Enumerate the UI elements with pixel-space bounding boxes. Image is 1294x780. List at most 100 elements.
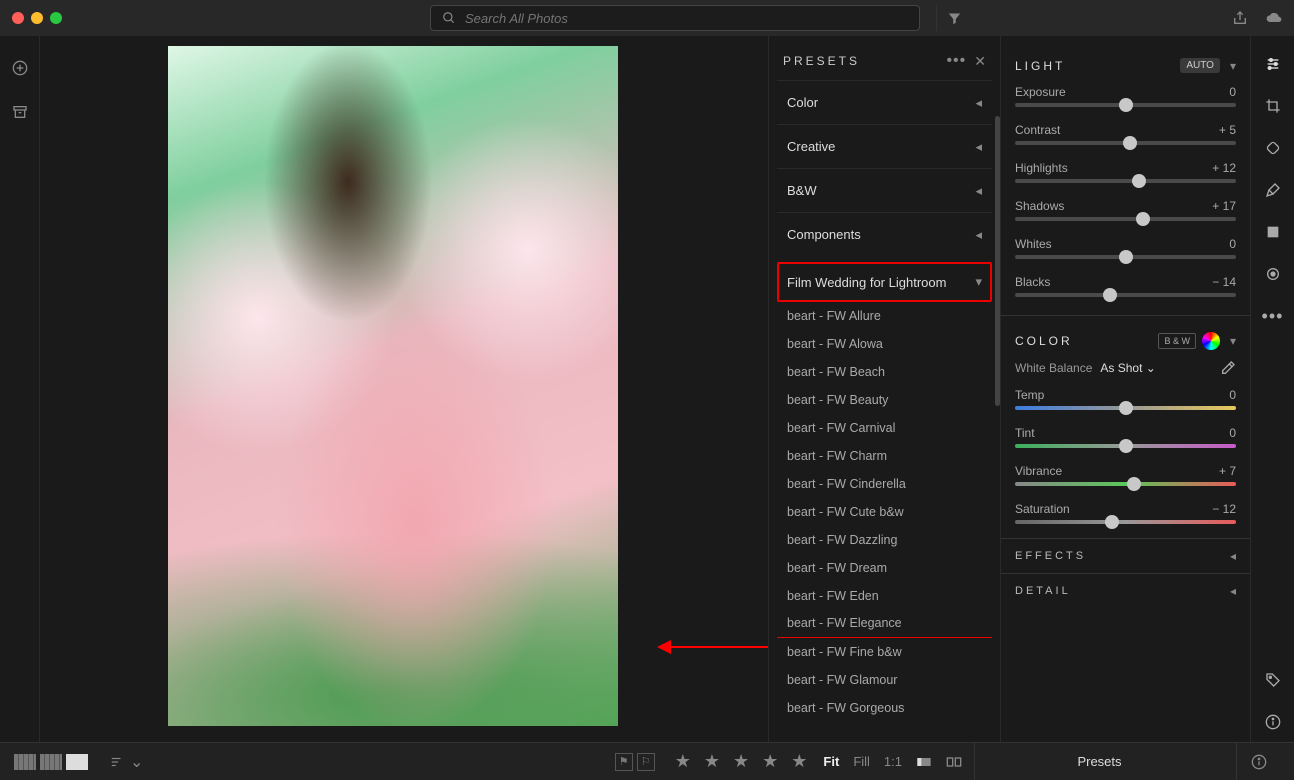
preset-item[interactable]: beart - FW Beauty [777,386,992,414]
more-icon[interactable]: ••• [1265,308,1281,324]
sort-button[interactable]: ⌄ [108,752,143,772]
preset-group-color[interactable]: Color [777,80,992,124]
info-icon[interactable] [1265,714,1281,730]
zoom-fill[interactable]: Fill [853,754,870,769]
highlights-slider[interactable] [1015,179,1236,183]
chevron-down-icon[interactable]: ▾ [1230,334,1236,348]
zoom-window-icon[interactable] [50,12,62,24]
tint-slider[interactable] [1015,444,1236,448]
preset-item[interactable]: beart - FW Cinderella [777,470,992,498]
preset-group-components[interactable]: Components [777,212,992,256]
linear-gradient-icon[interactable] [1265,224,1281,240]
tag-icon[interactable] [1265,672,1281,688]
vibrance-label: Vibrance [1015,464,1062,478]
preset-item[interactable]: beart - FW Dazzling [777,526,992,554]
chevron-down-icon: ⌄ [130,752,143,772]
preset-item[interactable]: beart - FW Eden [777,582,992,610]
healing-icon[interactable] [1265,140,1281,156]
minimize-window-icon[interactable] [31,12,43,24]
photo-canvas[interactable] [40,36,768,742]
preset-item[interactable]: beart - FW Gorgeous [777,694,992,722]
presets-more-icon[interactable]: ••• [946,52,966,70]
crop-icon[interactable] [1265,98,1281,114]
preset-item[interactable]: beart - FW Fine b&w [777,638,992,666]
color-mixer-icon[interactable] [1202,332,1220,350]
detail-title: DETAIL [1015,585,1071,597]
edit-sliders-icon[interactable] [1265,56,1281,72]
white-balance-select[interactable]: As Shot ⌄ [1100,361,1155,375]
filter-button[interactable] [936,5,962,31]
flag-pick-icon[interactable]: ⚑ [615,753,633,771]
archive-icon[interactable] [12,104,28,120]
preset-group-creative[interactable]: Creative [777,124,992,168]
preset-item[interactable]: beart - FW Allure [777,302,992,330]
detail-section-toggle[interactable]: DETAIL ◂ [1001,573,1250,608]
light-section-title: LIGHT [1015,59,1174,73]
flag-reject-icon[interactable]: ⚐ [637,753,655,771]
chevron-left-icon: ◂ [1230,584,1236,598]
grid-medium-icon[interactable] [40,754,62,770]
bw-toggle-button[interactable]: B & W [1158,333,1196,349]
preset-item[interactable]: beart - FW Charm [777,442,992,470]
chevron-down-icon[interactable]: ▾ [1230,59,1236,73]
close-window-icon[interactable] [12,12,24,24]
brush-icon[interactable] [1265,182,1281,198]
presets-close-icon[interactable]: ✕ [974,53,986,70]
preset-item[interactable]: beart - FW Elegance [777,610,992,638]
zoom-1to1[interactable]: 1:1 [884,754,902,769]
vibrance-slider[interactable] [1015,482,1236,486]
edit-panel: LIGHT AUTO ▾ Exposure0 Contrast+ 5 Highl… [1000,36,1250,742]
radial-gradient-icon[interactable] [1265,266,1281,282]
color-section-title: COLOR [1015,334,1152,348]
white-balance-label: White Balance [1015,361,1092,375]
star-rating[interactable]: ★ ★ ★ ★ ★ [675,751,812,772]
preset-group-label: Color [787,95,818,110]
exposure-slider[interactable] [1015,103,1236,107]
search-bar[interactable] [430,5,920,31]
whites-value: 0 [1229,237,1236,251]
eyedropper-icon[interactable] [1220,360,1236,376]
temp-slider[interactable] [1015,406,1236,410]
blacks-slider[interactable] [1015,293,1236,297]
contrast-slider[interactable] [1015,141,1236,145]
preset-item[interactable]: beart - FW Beach [777,358,992,386]
preset-item[interactable]: beart - FW Glamour [777,666,992,694]
zoom-fit[interactable]: Fit [823,754,839,769]
preset-item[interactable]: beart - FW Cute b&w [777,498,992,526]
preset-item[interactable]: beart - FW Dream [777,554,992,582]
presets-scrollbar[interactable] [995,116,1000,476]
add-photo-icon[interactable] [12,60,28,76]
whites-slider[interactable] [1015,255,1236,259]
presets-panel: PRESETS ••• ✕ Color Creative B&W Compone… [768,36,1000,742]
preset-item[interactable]: beart - FW Carnival [777,414,992,442]
saturation-slider[interactable] [1015,520,1236,524]
preset-group-film-wedding[interactable]: Film Wedding for Lightroom [777,262,992,302]
blacks-label: Blacks [1015,275,1050,289]
single-view-icon[interactable] [66,754,88,770]
chevron-left-icon [975,139,982,155]
presets-tab[interactable]: Presets [974,743,1224,780]
original-toggle-icon[interactable] [916,754,932,770]
preset-group-bw[interactable]: B&W [777,168,992,212]
temp-label: Temp [1015,388,1044,402]
search-input[interactable] [465,11,909,26]
compare-icon[interactable] [946,754,962,770]
shadows-slider[interactable] [1015,217,1236,221]
contrast-label: Contrast [1015,123,1060,137]
preset-group-label: Film Wedding for Lightroom [787,275,946,290]
chevron-left-icon: ◂ [1230,549,1236,563]
info-icon[interactable] [1251,754,1267,770]
preset-item[interactable]: beart - FW Alowa [777,330,992,358]
grid-view-toggles[interactable] [14,754,88,770]
effects-title: EFFECTS [1015,550,1086,562]
temp-value: 0 [1229,388,1236,402]
search-icon [441,10,457,26]
grid-small-icon[interactable] [14,754,36,770]
effects-section-toggle[interactable]: EFFECTS ◂ [1001,538,1250,573]
window-controls[interactable] [12,12,62,24]
cloud-icon[interactable] [1266,10,1282,26]
share-icon[interactable] [1232,10,1248,26]
auto-button[interactable]: AUTO [1180,58,1220,73]
presets-title: PRESETS [783,54,938,68]
shadows-value: + 17 [1212,199,1236,213]
